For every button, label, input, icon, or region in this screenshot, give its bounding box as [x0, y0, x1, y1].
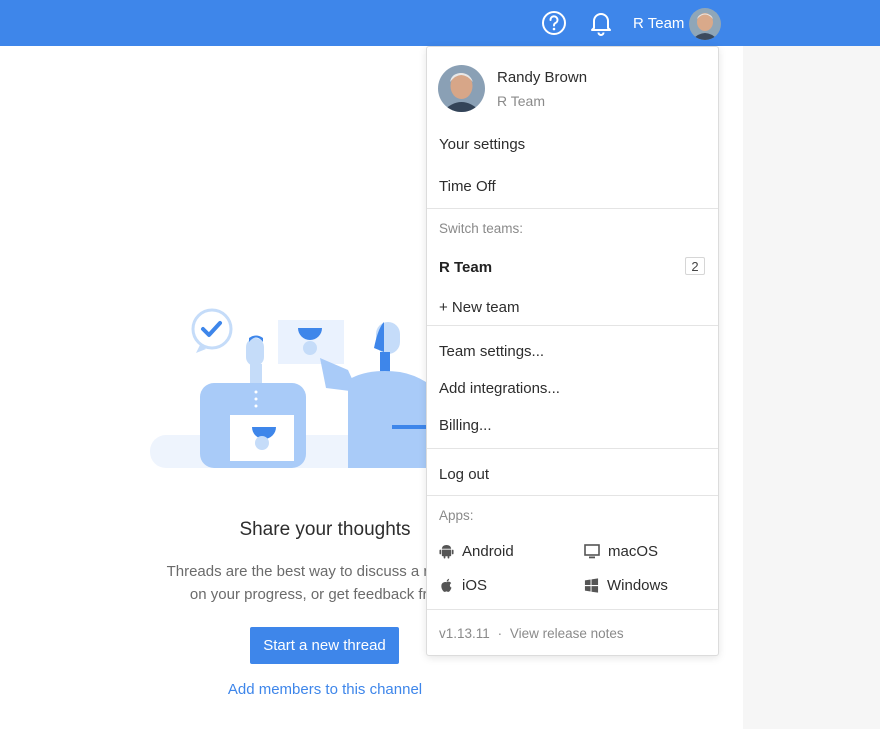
user-name: Randy Brown [497, 69, 588, 86]
bell-icon[interactable] [589, 10, 613, 36]
app-label: Windows [607, 577, 668, 594]
release-notes-link[interactable]: View release notes [510, 626, 624, 641]
time-off-item[interactable]: Time Off [439, 178, 496, 195]
divider [427, 208, 718, 209]
user-team: R Team [497, 93, 545, 109]
top-bar: R Team [0, 0, 880, 46]
app-label: iOS [462, 577, 488, 594]
your-settings-item[interactable]: Your settings [439, 136, 525, 153]
version-footer: v1.13.11 · View release notes [439, 626, 624, 641]
app-label: macOS [608, 543, 659, 560]
apple-icon [441, 578, 452, 592]
switch-teams-label: Switch teams: [439, 221, 524, 236]
add-members-link[interactable]: Add members to this channel [0, 681, 650, 698]
add-integrations-item[interactable]: Add integrations... [439, 380, 560, 397]
divider [427, 325, 718, 326]
divider [427, 448, 718, 449]
monitor-icon [584, 544, 600, 559]
help-icon[interactable] [541, 10, 567, 36]
log-out-item[interactable]: Log out [439, 466, 489, 483]
new-team-item[interactable]: + New team [439, 299, 519, 316]
avatar[interactable] [689, 8, 721, 40]
version-label: v1.13.11 [439, 626, 490, 641]
team-name-label[interactable]: R Team [633, 15, 684, 32]
current-team-item[interactable]: R Team [439, 259, 492, 276]
divider [427, 609, 718, 610]
separator: · [497, 626, 503, 641]
user-avatar [438, 65, 485, 112]
android-app-link[interactable]: Android [439, 543, 514, 560]
threads-illustration [150, 308, 448, 468]
ios-app-link[interactable]: iOS [439, 577, 487, 594]
android-icon [439, 544, 454, 559]
windows-app-link[interactable]: Windows [584, 577, 668, 594]
team-settings-item[interactable]: Team settings... [439, 343, 544, 360]
macos-app-link[interactable]: macOS [584, 543, 658, 560]
right-panel [743, 46, 880, 729]
team-count-badge: 2 [685, 257, 705, 275]
windows-icon [584, 578, 599, 593]
app-label: Android [462, 543, 514, 560]
billing-item[interactable]: Billing... [439, 417, 492, 434]
user-dropdown-menu: Randy Brown R Team Your settings Time Of… [426, 46, 719, 656]
apps-label: Apps: [439, 508, 474, 523]
divider [427, 495, 718, 496]
start-thread-button[interactable]: Start a new thread [250, 627, 399, 664]
